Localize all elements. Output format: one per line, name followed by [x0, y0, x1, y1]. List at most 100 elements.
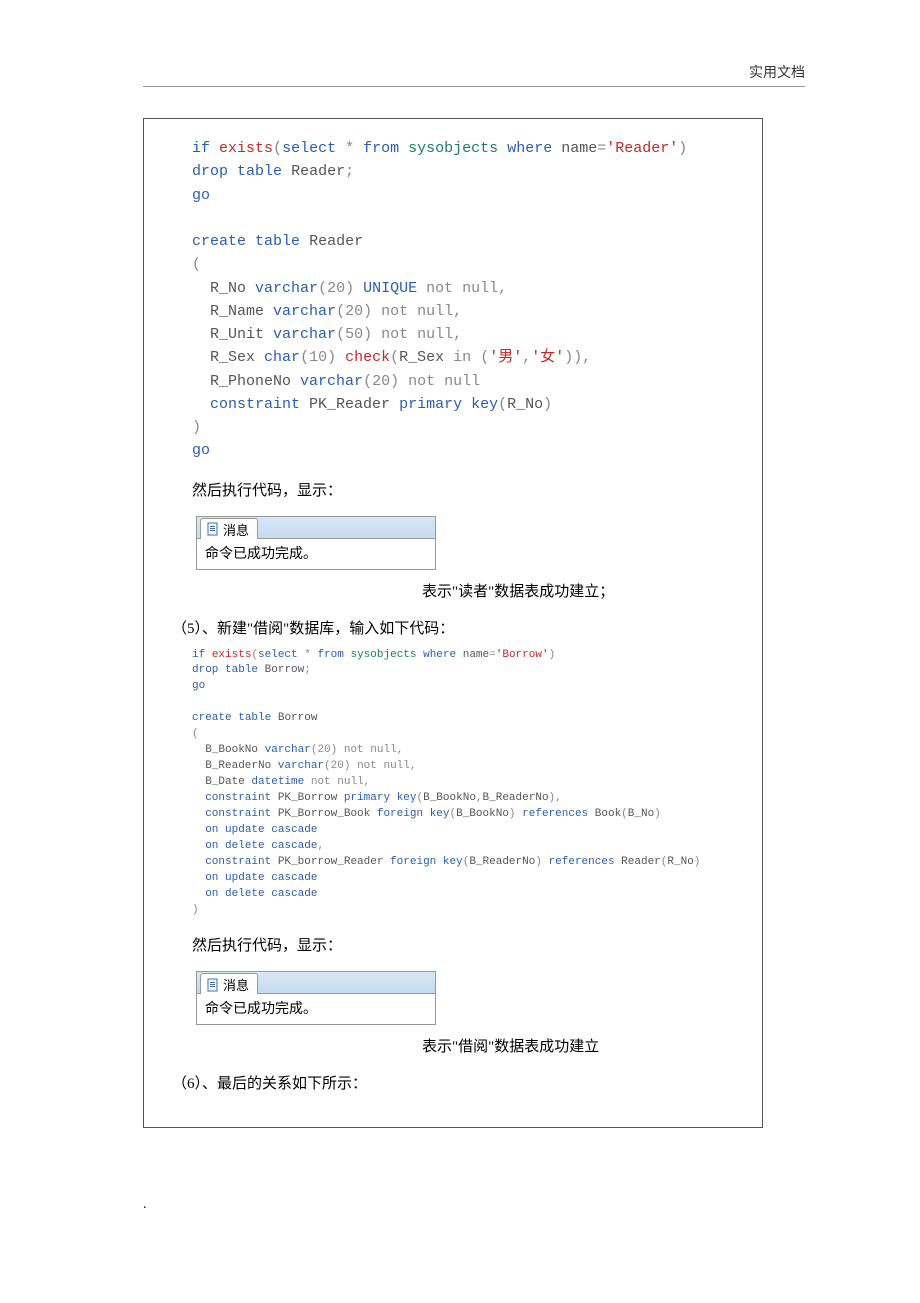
- message-tab-label: 消息: [223, 975, 249, 994]
- lit: PK_Borrow: [278, 792, 337, 804]
- op: ;: [304, 664, 311, 676]
- lit: B_Date: [205, 776, 245, 788]
- op: ): [694, 856, 701, 868]
- kw: references: [522, 808, 588, 820]
- lit: R_No: [210, 280, 246, 297]
- lit: B_ReaderNo: [469, 856, 535, 868]
- op: (20): [318, 280, 354, 297]
- op: (: [621, 808, 628, 820]
- kw: key: [471, 396, 498, 413]
- kw: update: [225, 872, 265, 884]
- op: ,: [453, 303, 462, 320]
- op: null: [370, 744, 396, 756]
- op: ): [678, 140, 687, 157]
- op: (50): [336, 326, 372, 343]
- kw: if: [192, 649, 205, 661]
- kw: on: [205, 872, 218, 884]
- lit: PK_Borrow_Book: [278, 808, 370, 820]
- kw: cascade: [271, 888, 317, 900]
- para-step-5: （5）、新建"借阅"数据库，输入如下代码：: [172, 617, 752, 638]
- lit: B_BookNo: [205, 744, 258, 756]
- op: ,: [498, 280, 507, 297]
- kw: go: [192, 442, 210, 459]
- kw: cascade: [271, 872, 317, 884]
- fn: check: [345, 349, 390, 366]
- op: ): [549, 649, 556, 661]
- message-body: 命令已成功完成。: [197, 994, 435, 1024]
- op: ,: [317, 840, 324, 852]
- kw: table: [225, 664, 258, 676]
- kw: where: [423, 649, 456, 661]
- op: not: [311, 776, 331, 788]
- kw: delete: [225, 840, 265, 852]
- ty: varchar: [278, 760, 324, 772]
- para-run-code-1: 然后执行代码，显示：: [192, 479, 752, 500]
- lit: Reader: [309, 233, 363, 250]
- kw: constraint: [205, 856, 271, 868]
- kw: foreign: [377, 808, 423, 820]
- kw: constraint: [210, 396, 300, 413]
- op: ,: [555, 792, 562, 804]
- ty: datetime: [251, 776, 304, 788]
- op: ): [192, 904, 199, 916]
- kw: from: [363, 140, 399, 157]
- ty: varchar: [273, 326, 336, 343]
- lit: R_No: [507, 396, 543, 413]
- op: )): [564, 349, 582, 366]
- op: not: [426, 280, 453, 297]
- op: (20): [324, 760, 350, 772]
- message-body: 命令已成功完成。: [197, 539, 435, 569]
- fn: exists: [219, 140, 273, 157]
- str: '女': [531, 349, 564, 366]
- op: null: [383, 760, 409, 772]
- ty: varchar: [255, 280, 318, 297]
- kw: key: [443, 856, 463, 868]
- kw: from: [317, 649, 343, 661]
- kw: key: [430, 808, 450, 820]
- ty: varchar: [273, 303, 336, 320]
- kw: table: [255, 233, 300, 250]
- document-icon: [207, 522, 219, 536]
- lit: B_BookNo: [423, 792, 476, 804]
- op: null: [337, 776, 363, 788]
- ty: varchar: [300, 373, 363, 390]
- kw: delete: [225, 888, 265, 900]
- op: ,: [397, 744, 404, 756]
- op: in: [453, 349, 471, 366]
- op: (: [273, 140, 282, 157]
- op: not: [408, 373, 435, 390]
- kw: where: [507, 140, 552, 157]
- message-tab[interactable]: 消息: [200, 973, 258, 994]
- kw: key: [397, 792, 417, 804]
- kw: if: [192, 140, 210, 157]
- para-step-6: （6）、最后的关系如下所示：: [172, 1072, 752, 1093]
- op: (: [192, 256, 201, 273]
- lit: R_PhoneNo: [210, 373, 291, 390]
- message-tab[interactable]: 消息: [200, 518, 258, 539]
- op: =: [489, 649, 496, 661]
- header-rule: [143, 86, 805, 87]
- kw: create: [192, 233, 246, 250]
- op: ,: [410, 760, 417, 772]
- lit: Book: [595, 808, 621, 820]
- kw: table: [238, 712, 271, 724]
- op: ): [543, 396, 552, 413]
- lit: PK_borrow_Reader: [278, 856, 384, 868]
- ty: char: [264, 349, 300, 366]
- document-icon: [207, 978, 219, 992]
- message-panel-2: 消息 命令已成功完成。: [196, 971, 436, 1025]
- op: ): [654, 808, 661, 820]
- op: ): [509, 808, 516, 820]
- kw: cascade: [271, 840, 317, 852]
- message-tab-row: 消息: [197, 972, 435, 994]
- op: not: [381, 326, 408, 343]
- op: null: [462, 280, 498, 297]
- kw: drop: [192, 163, 228, 180]
- str: '男': [489, 349, 522, 366]
- kw: foreign: [390, 856, 436, 868]
- lit: R_Name: [210, 303, 264, 320]
- content-frame: if exists(select * from sysobjects where…: [143, 118, 763, 1128]
- op: null: [417, 303, 453, 320]
- kw: go: [192, 187, 210, 204]
- op: (: [480, 349, 489, 366]
